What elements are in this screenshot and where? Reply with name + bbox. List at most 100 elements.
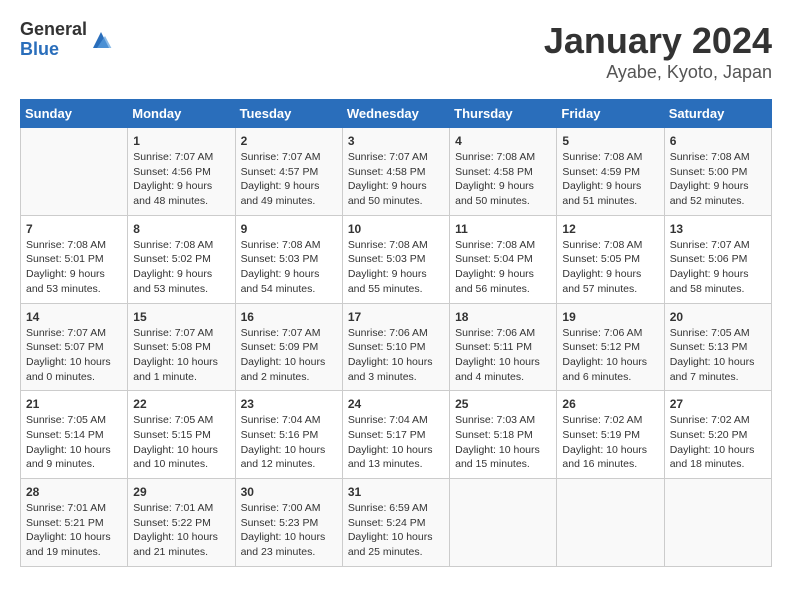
calendar-cell: 21 Sunrise: 7:05 AM Sunset: 5:14 PM Dayli… [21,391,128,479]
calendar-cell [450,479,557,567]
calendar-table: SundayMondayTuesdayWednesdayThursdayFrid… [20,99,772,567]
header-wednesday: Wednesday [342,100,449,128]
header-sunday: Sunday [21,100,128,128]
day-number: 20 [670,310,766,324]
day-info: Sunrise: 7:07 AM Sunset: 5:06 PM Dayligh… [670,238,766,297]
day-info: Sunrise: 7:00 AM Sunset: 5:23 PM Dayligh… [241,501,337,560]
day-number: 3 [348,134,444,148]
header-saturday: Saturday [664,100,771,128]
logo: General Blue [20,20,113,60]
calendar-cell: 2 Sunrise: 7:07 AM Sunset: 4:57 PM Daylig… [235,128,342,216]
day-number: 28 [26,485,122,499]
day-number: 4 [455,134,551,148]
day-number: 10 [348,222,444,236]
day-number: 23 [241,397,337,411]
day-info: Sunrise: 7:01 AM Sunset: 5:21 PM Dayligh… [26,501,122,560]
day-number: 25 [455,397,551,411]
day-number: 16 [241,310,337,324]
calendar-cell: 15 Sunrise: 7:07 AM Sunset: 5:08 PM Dayli… [128,303,235,391]
day-info: Sunrise: 7:05 AM Sunset: 5:13 PM Dayligh… [670,326,766,385]
day-number: 26 [562,397,658,411]
day-number: 22 [133,397,229,411]
calendar-cell: 11Sunrise: 7:08 AM Sunset: 5:04 PM Dayli… [450,215,557,303]
calendar-cell [664,479,771,567]
calendar-cell: 31 Sunrise: 6:59 AM Sunset: 5:24 PM Dayli… [342,479,449,567]
day-info: Sunrise: 7:07 AM Sunset: 4:56 PM Dayligh… [133,150,229,209]
logo-general-text: General [20,20,87,40]
day-number: 6 [670,134,766,148]
day-info: Sunrise: 7:07 AM Sunset: 4:57 PM Dayligh… [241,150,337,209]
calendar-cell: 30 Sunrise: 7:00 AM Sunset: 5:23 PM Dayli… [235,479,342,567]
calendar-cell: 6Sunrise: 7:08 AM Sunset: 5:00 PM Daylig… [664,128,771,216]
calendar-cell: 20 Sunrise: 7:05 AM Sunset: 5:13 PM Dayli… [664,303,771,391]
day-number: 18 [455,310,551,324]
calendar-cell: 7 Sunrise: 7:08 AM Sunset: 5:01 PM Daylig… [21,215,128,303]
calendar-cell: 10 Sunrise: 7:08 AM Sunset: 5:03 PM Dayli… [342,215,449,303]
day-number: 2 [241,134,337,148]
day-info: Sunrise: 7:08 AM Sunset: 5:03 PM Dayligh… [241,238,337,297]
day-info: Sunrise: 7:06 AM Sunset: 5:10 PM Dayligh… [348,326,444,385]
header-friday: Friday [557,100,664,128]
calendar-cell: 29 Sunrise: 7:01 AM Sunset: 5:22 PM Dayli… [128,479,235,567]
calendar-cell: 9Sunrise: 7:08 AM Sunset: 5:03 PM Daylig… [235,215,342,303]
day-info: Sunrise: 7:07 AM Sunset: 4:58 PM Dayligh… [348,150,444,209]
page-subtitle: Ayabe, Kyoto, Japan [544,62,772,83]
calendar-cell: 14Sunrise: 7:07 AM Sunset: 5:07 PM Dayli… [21,303,128,391]
title-block: January 2024 Ayabe, Kyoto, Japan [544,20,772,83]
page-header: General Blue January 2024 Ayabe, Kyoto, … [20,20,772,83]
day-number: 8 [133,222,229,236]
day-info: Sunrise: 7:05 AM Sunset: 5:14 PM Dayligh… [26,413,122,472]
calendar-cell: 16 Sunrise: 7:07 AM Sunset: 5:09 PM Dayli… [235,303,342,391]
header-monday: Monday [128,100,235,128]
day-number: 1 [133,134,229,148]
day-number: 14 [26,310,122,324]
calendar-week-4: 21 Sunrise: 7:05 AM Sunset: 5:14 PM Dayli… [21,391,772,479]
calendar-cell: 27 Sunrise: 7:02 AM Sunset: 5:20 PM Dayli… [664,391,771,479]
calendar-week-2: 7 Sunrise: 7:08 AM Sunset: 5:01 PM Daylig… [21,215,772,303]
calendar-cell [21,128,128,216]
calendar-cell: 12Sunrise: 7:08 AM Sunset: 5:05 PM Dayli… [557,215,664,303]
calendar-week-5: 28 Sunrise: 7:01 AM Sunset: 5:21 PM Dayli… [21,479,772,567]
day-number: 29 [133,485,229,499]
day-info: Sunrise: 7:08 AM Sunset: 5:01 PM Dayligh… [26,238,122,297]
day-number: 13 [670,222,766,236]
day-info: Sunrise: 7:08 AM Sunset: 4:58 PM Dayligh… [455,150,551,209]
calendar-cell: 23 Sunrise: 7:04 AM Sunset: 5:16 PM Dayli… [235,391,342,479]
header-thursday: Thursday [450,100,557,128]
logo-icon [89,28,113,52]
day-info: Sunrise: 7:04 AM Sunset: 5:16 PM Dayligh… [241,413,337,472]
day-info: Sunrise: 7:04 AM Sunset: 5:17 PM Dayligh… [348,413,444,472]
day-info: Sunrise: 7:07 AM Sunset: 5:09 PM Dayligh… [241,326,337,385]
day-info: Sunrise: 7:03 AM Sunset: 5:18 PM Dayligh… [455,413,551,472]
calendar-cell: 8Sunrise: 7:08 AM Sunset: 5:02 PM Daylig… [128,215,235,303]
day-number: 31 [348,485,444,499]
day-number: 11 [455,222,551,236]
calendar-cell: 4 Sunrise: 7:08 AM Sunset: 4:58 PM Daylig… [450,128,557,216]
day-number: 15 [133,310,229,324]
calendar-cell: 5 Sunrise: 7:08 AM Sunset: 4:59 PM Daylig… [557,128,664,216]
calendar-cell: 17 Sunrise: 7:06 AM Sunset: 5:10 PM Dayli… [342,303,449,391]
day-info: Sunrise: 7:08 AM Sunset: 4:59 PM Dayligh… [562,150,658,209]
calendar-cell: 19Sunrise: 7:06 AM Sunset: 5:12 PM Dayli… [557,303,664,391]
day-info: Sunrise: 7:06 AM Sunset: 5:11 PM Dayligh… [455,326,551,385]
calendar-cell [557,479,664,567]
calendar-cell: 28 Sunrise: 7:01 AM Sunset: 5:21 PM Dayli… [21,479,128,567]
day-number: 27 [670,397,766,411]
day-info: Sunrise: 7:08 AM Sunset: 5:03 PM Dayligh… [348,238,444,297]
day-info: Sunrise: 6:59 AM Sunset: 5:24 PM Dayligh… [348,501,444,560]
day-info: Sunrise: 7:07 AM Sunset: 5:08 PM Dayligh… [133,326,229,385]
calendar-cell: 26Sunrise: 7:02 AM Sunset: 5:19 PM Dayli… [557,391,664,479]
day-number: 21 [26,397,122,411]
day-info: Sunrise: 7:01 AM Sunset: 5:22 PM Dayligh… [133,501,229,560]
day-number: 5 [562,134,658,148]
day-number: 7 [26,222,122,236]
calendar-cell: 18 Sunrise: 7:06 AM Sunset: 5:11 PM Dayli… [450,303,557,391]
day-number: 19 [562,310,658,324]
calendar-week-3: 14Sunrise: 7:07 AM Sunset: 5:07 PM Dayli… [21,303,772,391]
calendar-cell: 13 Sunrise: 7:07 AM Sunset: 5:06 PM Dayli… [664,215,771,303]
day-number: 17 [348,310,444,324]
logo-blue-text: Blue [20,40,87,60]
day-number: 30 [241,485,337,499]
day-info: Sunrise: 7:02 AM Sunset: 5:20 PM Dayligh… [670,413,766,472]
calendar-cell: 24Sunrise: 7:04 AM Sunset: 5:17 PM Dayli… [342,391,449,479]
